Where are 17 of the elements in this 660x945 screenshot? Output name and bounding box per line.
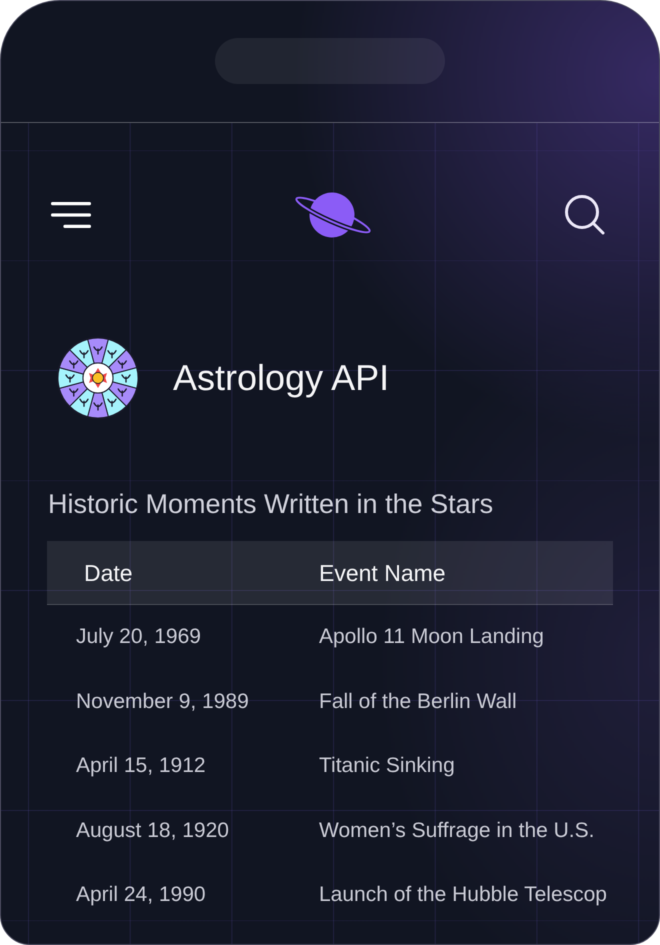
table-cell: August 18, 1920 [76, 818, 229, 844]
menu-icon[interactable] [51, 202, 91, 228]
search-icon[interactable] [565, 195, 605, 235]
table-cell: April 24, 1990 [76, 882, 206, 908]
app-title: Astrology API [173, 356, 390, 400]
column-header: Date [84, 558, 133, 586]
table-cell: November 9, 1989 [76, 688, 249, 715]
zodiac-wheel-icon [56, 336, 140, 420]
column-header: Event Name [319, 558, 446, 586]
table-cell: July 20, 1969 [76, 624, 201, 650]
section-title: Historic Moments Written in the Stars [48, 489, 494, 519]
table-cell: Apollo 11 Moon Landing [319, 624, 544, 650]
table-cell: April 15, 1912 [76, 753, 206, 780]
table-cell: Titanic Sinking [319, 753, 455, 780]
table-cell: Launch of the Hubble Telescop [319, 882, 607, 908]
table-cell: Women’s Suffrage in the U.S. [319, 818, 594, 844]
table-cell: Fall of the Berlin Wall [319, 688, 517, 715]
